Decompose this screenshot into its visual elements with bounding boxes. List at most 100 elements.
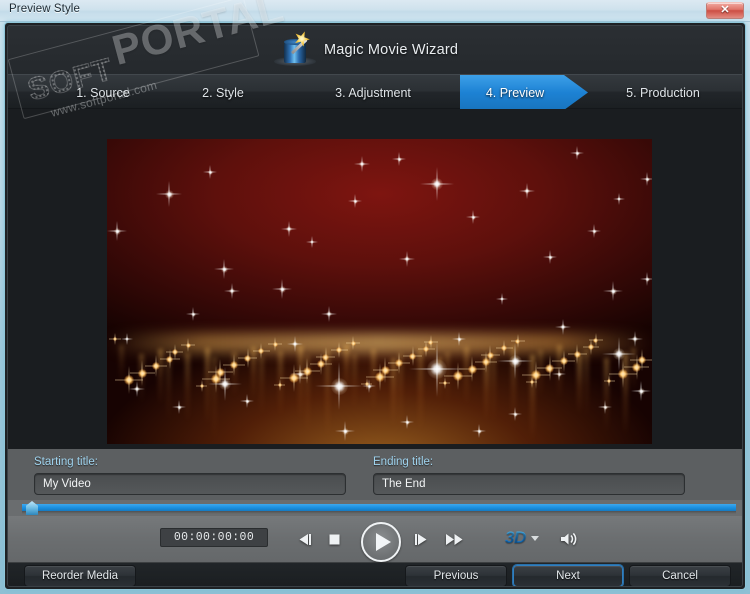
cancel-button[interactable]: Cancel [629, 565, 731, 586]
light-streak [630, 348, 636, 391]
next-frame-button[interactable] [408, 516, 434, 563]
light-streak [251, 347, 256, 399]
glow-line [107, 332, 652, 353]
sparkle [113, 227, 121, 235]
preview-stage [8, 109, 742, 449]
light-streak [305, 355, 310, 435]
fast-forward-button[interactable] [441, 516, 467, 563]
app-branding: Magic Movie Wizard [274, 31, 458, 69]
light-streak [351, 354, 357, 409]
sparkle [547, 254, 553, 260]
light-streak [231, 352, 237, 397]
light-streak [119, 345, 124, 387]
light-streak [537, 350, 543, 397]
seek-bar-track[interactable] [22, 504, 736, 514]
video-preview[interactable] [107, 139, 652, 444]
wizard-step-label: 4. Preview [485, 85, 545, 100]
light-streak [371, 349, 376, 411]
sparkle [404, 256, 410, 262]
app-title: Magic Movie Wizard [324, 42, 459, 58]
sparkle [644, 276, 650, 282]
starting-title-input[interactable]: My Video [34, 473, 346, 495]
light-streak [258, 356, 264, 415]
transport-bar: 00:00:00:00 3D [8, 516, 742, 563]
sparkle [500, 297, 504, 301]
sparkle [431, 178, 443, 190]
volume-button[interactable] [556, 528, 582, 550]
dialog-frame: Magic Movie Wizard 1. Source 2. Style 3. A… [4, 22, 746, 590]
light-streak [398, 353, 403, 429]
next-frame-icon [414, 534, 426, 545]
light-streak [576, 354, 582, 415]
light-streak [557, 345, 562, 399]
sparkle [644, 176, 650, 182]
light-streak [444, 352, 450, 403]
close-icon: ✕ [720, 4, 730, 16]
seek-bar-area [8, 500, 742, 516]
light-streak [165, 358, 171, 421]
magic-wand-icon [290, 28, 314, 55]
dialog-footer: Reorder Media Previous Next Cancel [8, 563, 742, 586]
wizard-steps: 1. Source 2. Style 3. Adjustment 4. Preview… [8, 74, 742, 110]
sparkle [310, 240, 314, 244]
wizard-step-2[interactable]: 2. Style [158, 75, 288, 110]
stop-button[interactable] [321, 516, 347, 563]
sparkle [352, 198, 358, 204]
light-streak [138, 354, 144, 403]
three-d-label: 3D [505, 528, 526, 547]
sparkle [470, 214, 476, 220]
dialog-body: Magic Movie Wizard 1. Source 2. Style 3. A… [7, 25, 743, 587]
previous-button[interactable]: Previous [405, 565, 507, 586]
light-streak [204, 348, 210, 425]
starting-title-label: Starting title: [34, 456, 98, 468]
light-streak [297, 346, 303, 419]
wizard-step-label: 3. Adjustment [335, 85, 411, 100]
previous-frame-button[interactable] [291, 516, 317, 563]
light-streak [390, 358, 396, 427]
sparkle [617, 197, 621, 201]
sparkle [207, 169, 213, 175]
title-fields-panel: Starting title: My Video Ending title: T… [8, 449, 742, 500]
fast-forward-icon [445, 534, 462, 545]
close-button[interactable]: ✕ [706, 2, 744, 19]
reorder-media-button[interactable]: Reorder Media [24, 565, 136, 586]
sparkle [190, 311, 196, 317]
next-button[interactable]: Next [513, 565, 623, 586]
wizard-step-label: 5. Production [626, 85, 700, 100]
window-title: Preview Style [9, 3, 80, 15]
wizard-step-4[interactable]: 4. Preview [460, 75, 588, 110]
light-streak [483, 356, 489, 421]
sparkle [396, 156, 402, 162]
light-streak [417, 348, 423, 431]
light-streak [510, 346, 516, 425]
light-streak [437, 357, 442, 401]
light-streak [324, 350, 330, 437]
app-header: Magic Movie Wizard [8, 26, 742, 74]
sparkle [286, 226, 292, 232]
sparkle [574, 150, 580, 156]
window-title-bar: Preview Style ✕ [0, 0, 750, 22]
light-streak [185, 353, 190, 423]
wizard-step-3[interactable]: 3. Adjustment [298, 75, 448, 110]
sparkle [164, 189, 174, 199]
light-streak [603, 358, 609, 433]
wizard-step-1[interactable]: 1. Source [38, 75, 168, 110]
sparkle [278, 285, 286, 293]
play-button[interactable] [361, 522, 401, 562]
ending-title-label: Ending title: [373, 456, 434, 468]
light-streak [530, 355, 535, 441]
sparkle [359, 161, 365, 167]
magic-hat-icon [274, 31, 316, 69]
light-streak [278, 351, 283, 417]
chevron-down-icon [530, 535, 539, 541]
sparkle [326, 311, 332, 317]
sparkle [229, 288, 235, 294]
timecode-display: 00:00:00:00 [160, 528, 268, 547]
sparkle [524, 188, 530, 194]
three-d-mode-button[interactable]: 3D [505, 528, 539, 548]
volume-icon [561, 532, 577, 546]
ending-title-input[interactable]: The End [373, 473, 685, 495]
stop-icon [329, 534, 339, 545]
light-streak [584, 349, 589, 417]
wizard-step-5[interactable]: 5. Production [588, 75, 738, 110]
